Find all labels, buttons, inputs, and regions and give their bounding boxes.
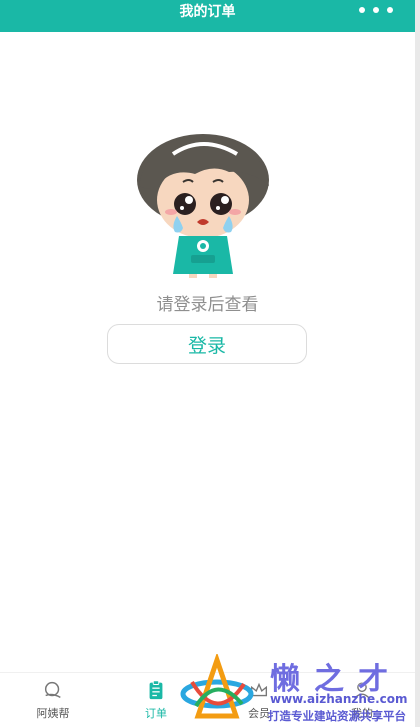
person-icon (354, 682, 370, 699)
clipboard-icon (149, 680, 163, 700)
more-dot-icon (387, 7, 393, 13)
home-icon (44, 681, 61, 698)
more-dot-icon (359, 7, 365, 13)
top-bar: 我的订单 (0, 0, 415, 32)
tab-membership[interactable]: 会员 (229, 679, 289, 724)
crown-icon (250, 682, 268, 697)
more-dot-icon (373, 7, 379, 13)
tab-label: 订单 (145, 707, 167, 720)
crying-mascot-illustration (137, 134, 269, 278)
bottom-tab-bar: 阿姨帮 订单 会员 我的 (0, 672, 415, 728)
tab-label: 阿姨帮 (36, 707, 70, 720)
tab-home[interactable]: 阿姨帮 (23, 679, 83, 724)
page-title: 我的订单 (179, 4, 236, 20)
login-button[interactable]: 登录 (107, 324, 307, 364)
tab-label: 我的 (351, 707, 373, 720)
window-edge (415, 0, 420, 727)
more-menu-button[interactable] (359, 4, 393, 16)
tab-profile[interactable]: 我的 (332, 679, 392, 724)
login-prompt-text: 请登录后查看 (156, 295, 259, 315)
tab-orders[interactable]: 订单 (126, 679, 186, 724)
tab-label: 会员 (248, 707, 270, 720)
